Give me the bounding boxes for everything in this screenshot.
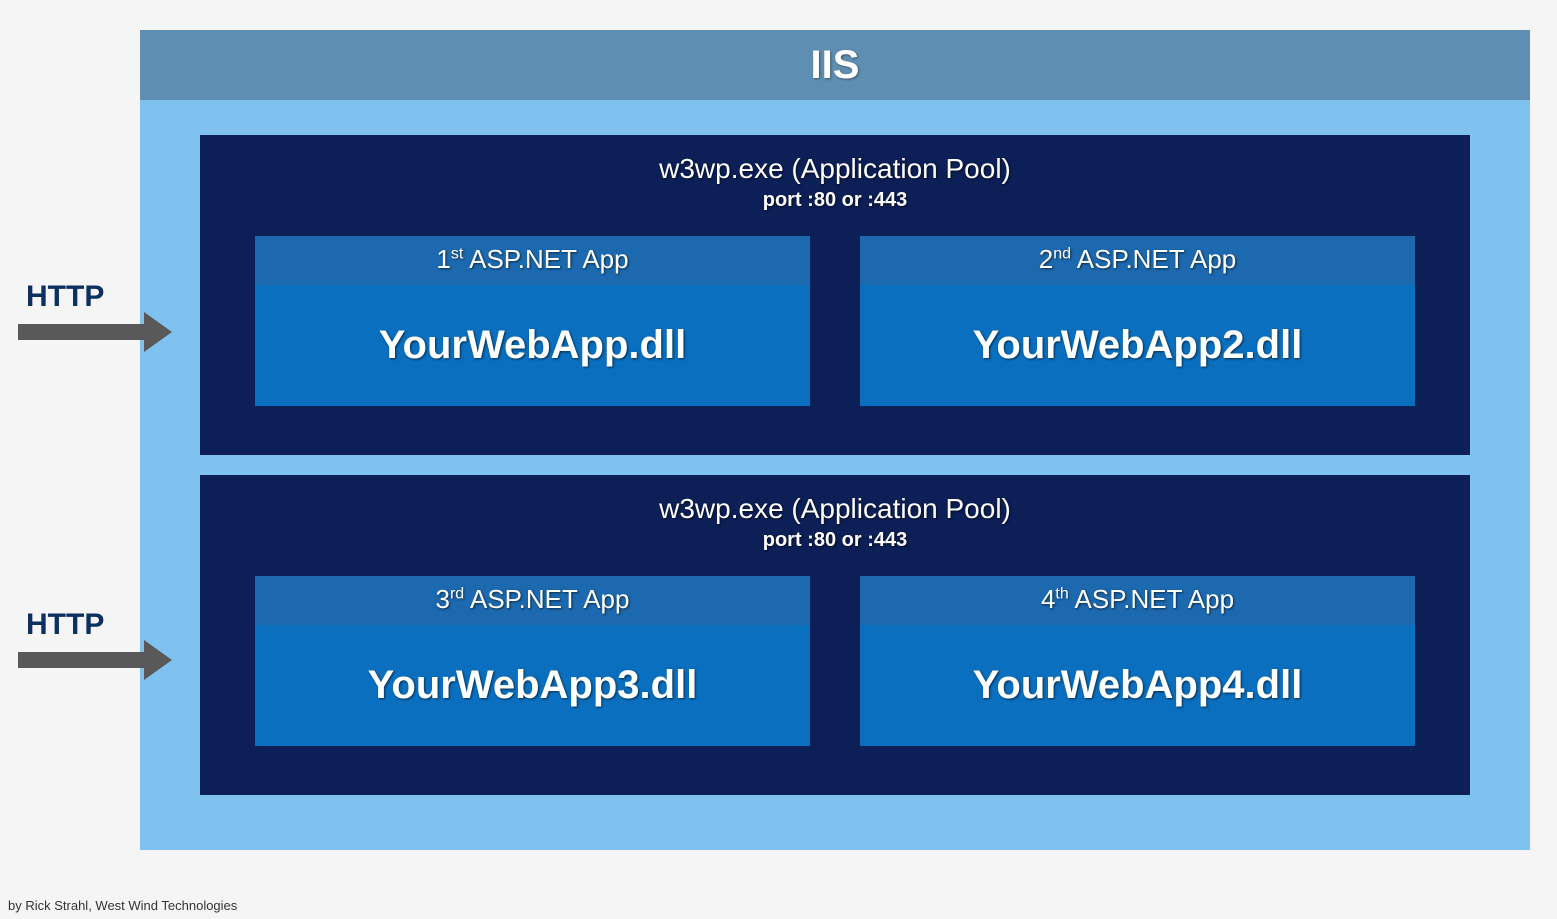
app-dll: YourWebApp4.dll <box>860 625 1415 746</box>
app-pool-title: w3wp.exe (Application Pool) <box>200 153 1470 185</box>
app-pool-1: w3wp.exe (Application Pool) port :80 or … <box>200 135 1470 455</box>
iis-title: IIS <box>811 43 860 88</box>
arrow-icon <box>18 312 178 352</box>
arrow-shaft <box>18 324 146 340</box>
iis-header: IIS <box>140 30 1530 100</box>
app-box-2: 2nd ASP.NET App YourWebApp2.dll <box>860 236 1415 406</box>
http-label-2: HTTP <box>26 608 104 642</box>
arrow-head <box>144 640 172 680</box>
app-pool-port: port :80 or :443 <box>200 529 1470 552</box>
app-ordinal-suffix: rd <box>450 585 464 602</box>
app-ordinal-suffix: st <box>451 245 463 262</box>
http-label-1: HTTP <box>26 280 104 314</box>
app-header: 1st ASP.NET App <box>255 236 810 285</box>
credit-text: by Rick Strahl, West Wind Technologies <box>8 898 237 913</box>
app-label-rest: ASP.NET App <box>464 584 629 614</box>
app-label-rest: ASP.NET App <box>1069 584 1234 614</box>
app-ordinal: 4 <box>1041 584 1055 614</box>
app-box-1: 1st ASP.NET App YourWebApp.dll <box>255 236 810 406</box>
app-pool-2: w3wp.exe (Application Pool) port :80 or … <box>200 475 1470 795</box>
app-header: 4th ASP.NET App <box>860 576 1415 625</box>
app-box-3: 3rd ASP.NET App YourWebApp3.dll <box>255 576 810 746</box>
arrow-icon <box>18 640 178 680</box>
app-ordinal-suffix: nd <box>1053 245 1071 262</box>
app-dll: YourWebApp.dll <box>255 285 810 406</box>
arrow-shaft <box>18 652 146 668</box>
diagram-canvas: IIS w3wp.exe (Application Pool) port :80… <box>0 0 1557 919</box>
apps-row: 1st ASP.NET App YourWebApp.dll 2nd ASP.N… <box>200 236 1470 406</box>
app-label-rest: ASP.NET App <box>1071 244 1236 274</box>
app-ordinal: 2 <box>1039 244 1053 274</box>
app-box-4: 4th ASP.NET App YourWebApp4.dll <box>860 576 1415 746</box>
app-ordinal: 1 <box>436 244 450 274</box>
app-ordinal-suffix: th <box>1055 585 1068 602</box>
app-pool-port: port :80 or :443 <box>200 189 1470 212</box>
app-label-rest: ASP.NET App <box>463 244 628 274</box>
apps-row: 3rd ASP.NET App YourWebApp3.dll 4th ASP.… <box>200 576 1470 746</box>
app-header: 3rd ASP.NET App <box>255 576 810 625</box>
iis-container: IIS w3wp.exe (Application Pool) port :80… <box>140 30 1530 850</box>
app-pool-title: w3wp.exe (Application Pool) <box>200 493 1470 525</box>
app-header: 2nd ASP.NET App <box>860 236 1415 285</box>
arrow-head <box>144 312 172 352</box>
app-dll: YourWebApp2.dll <box>860 285 1415 406</box>
app-ordinal: 3 <box>436 584 450 614</box>
app-dll: YourWebApp3.dll <box>255 625 810 746</box>
